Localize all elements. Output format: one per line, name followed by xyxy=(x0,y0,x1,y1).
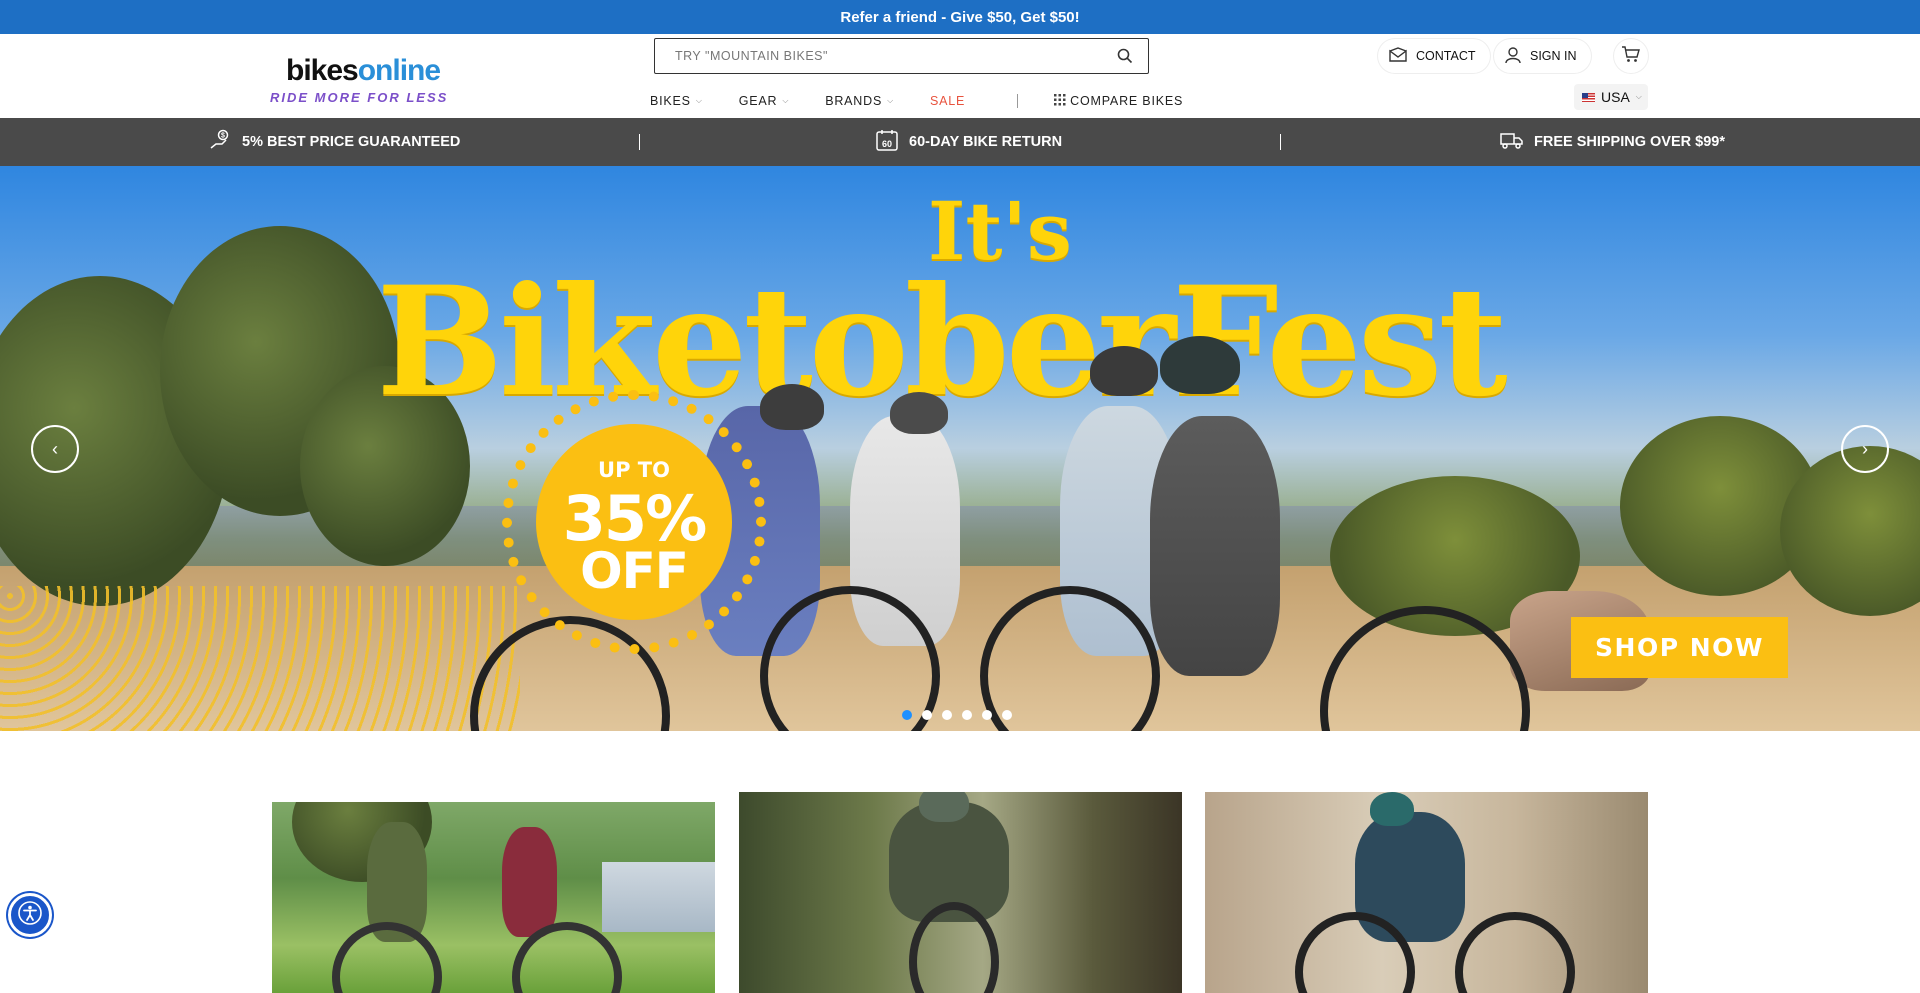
site-header: bikesonline RIDE MORE FOR LESS CONTACT S… xyxy=(0,34,1920,118)
bike-wheel xyxy=(1455,912,1575,993)
logo[interactable]: bikesonline RIDE MORE FOR LESS xyxy=(270,48,450,106)
category-tile[interactable] xyxy=(272,802,715,993)
helmet xyxy=(1370,792,1414,826)
rider xyxy=(502,827,557,937)
usp-free-shipping: FREE SHIPPING OVER $99* xyxy=(1498,118,1725,166)
badge-line1: UP TO xyxy=(598,458,670,482)
carousel-dot[interactable] xyxy=(982,710,992,720)
helmet xyxy=(1160,336,1240,394)
usp-divider xyxy=(639,134,640,150)
logo-word-bikes: bikes xyxy=(286,54,359,87)
cart-icon xyxy=(1621,45,1641,68)
contact-button[interactable]: CONTACT xyxy=(1378,39,1490,73)
contact-label: CONTACT xyxy=(1416,49,1476,63)
usp-price-guarantee: $ 5% BEST PRICE GUARANTEED xyxy=(208,118,460,166)
carousel-dot[interactable] xyxy=(942,710,952,720)
hero-banner[interactable]: It's BiketoberFest UP TO 35% OFF SHOP NO… xyxy=(0,166,1920,731)
rider xyxy=(1150,416,1280,676)
helmet xyxy=(1090,346,1158,396)
hero-headline: BiketoberFest xyxy=(376,254,1507,430)
bike-wheel xyxy=(332,922,442,993)
country-selector[interactable]: USA ⌵ xyxy=(1574,84,1648,110)
nav-gear[interactable]: GEAR ⌵ xyxy=(739,94,790,108)
svg-text:$: $ xyxy=(221,133,225,140)
nav-sale-label: SALE xyxy=(929,94,966,108)
carousel-dot[interactable] xyxy=(1002,710,1012,720)
country-label: USA xyxy=(1601,89,1630,105)
user-icon xyxy=(1504,46,1522,67)
usp-label: 60-DAY BIKE RETURN xyxy=(909,134,1063,150)
usp-label: 5% BEST PRICE GUARANTEED xyxy=(242,134,461,150)
nav-bikes[interactable]: BIKES ⌵ xyxy=(650,94,703,108)
carousel-dots xyxy=(902,710,1012,720)
us-flag-icon xyxy=(1582,92,1595,102)
usp-bar: $ 5% BEST PRICE GUARANTEED 60 60-DAY BIK… xyxy=(0,118,1920,166)
carousel-next-button[interactable]: › xyxy=(1841,425,1889,473)
logo-wordmark: bikesonline xyxy=(286,54,441,88)
carousel-prev-button[interactable]: ‹ xyxy=(31,425,79,473)
badge-off: OFF xyxy=(580,542,689,600)
category-tile[interactable] xyxy=(739,792,1182,993)
cart-button[interactable] xyxy=(1614,39,1648,73)
helmet xyxy=(919,792,969,822)
search-icon[interactable] xyxy=(1116,47,1134,65)
contact-icon xyxy=(1388,46,1408,67)
tile-lake xyxy=(602,862,715,932)
grid-icon xyxy=(1054,93,1066,109)
calendar-60-icon: 60 xyxy=(875,128,899,156)
carousel-dot[interactable] xyxy=(922,710,932,720)
chevron-left-icon: ‹ xyxy=(52,438,58,459)
helmet xyxy=(760,384,824,430)
logo-word-online: online xyxy=(357,54,441,87)
nav-gear-label: GEAR xyxy=(738,94,778,108)
price-tag-hand-icon: $ xyxy=(208,128,232,156)
delivery-truck-icon xyxy=(1498,130,1524,154)
discount-badge: UP TO 35% OFF xyxy=(502,390,766,654)
chevron-down-icon: ⌵ xyxy=(782,96,790,105)
usp-divider xyxy=(1280,134,1281,150)
chevron-right-icon: › xyxy=(1862,438,1868,459)
announcement-bar[interactable]: Refer a friend - Give $50, Get $50! xyxy=(0,0,1920,34)
nav-compare-label: COMPARE BIKES xyxy=(1070,94,1184,108)
usp-label: FREE SHIPPING OVER $99* xyxy=(1534,134,1725,150)
accessibility-icon xyxy=(17,900,43,931)
nav-brands-label: BRANDS xyxy=(825,94,883,108)
search-input[interactable] xyxy=(675,49,1116,63)
usp-bike-return: 60 60-DAY BIKE RETURN xyxy=(875,118,1062,166)
nav-sale[interactable]: SALE xyxy=(930,94,965,108)
chevron-down-icon: ⌵ xyxy=(887,96,894,105)
nav-divider xyxy=(1017,94,1019,108)
sign-in-label: SIGN IN xyxy=(1530,49,1577,63)
carousel-dot[interactable] xyxy=(902,710,912,720)
calendar-60-text: 60 xyxy=(882,139,892,149)
chevron-down-icon: ⌵ xyxy=(1635,92,1642,101)
hero-flowers xyxy=(0,586,520,731)
main-nav: BIKES ⌵ GEAR ⌵ BRANDS ⌵ SALE COMPARE BIK… xyxy=(650,89,1219,113)
nav-compare-bikes[interactable]: COMPARE BIKES xyxy=(1054,93,1184,109)
carousel-dot[interactable] xyxy=(962,710,972,720)
announcement-text[interactable]: Refer a friend - Give $50, Get $50! xyxy=(840,9,1079,26)
accessibility-button[interactable] xyxy=(8,893,52,937)
logo-tagline: RIDE MORE FOR LESS xyxy=(270,90,449,105)
shop-now-button[interactable]: SHOP NOW xyxy=(1571,617,1788,678)
nav-bikes-label: BIKES xyxy=(650,94,691,108)
nav-brands[interactable]: BRANDS ⌵ xyxy=(825,94,894,108)
chevron-down-icon: ⌵ xyxy=(695,96,703,105)
helmet xyxy=(890,392,948,434)
search-bar[interactable] xyxy=(654,38,1149,74)
sign-in-button[interactable]: SIGN IN xyxy=(1494,39,1591,73)
category-tile[interactable] xyxy=(1205,792,1648,993)
